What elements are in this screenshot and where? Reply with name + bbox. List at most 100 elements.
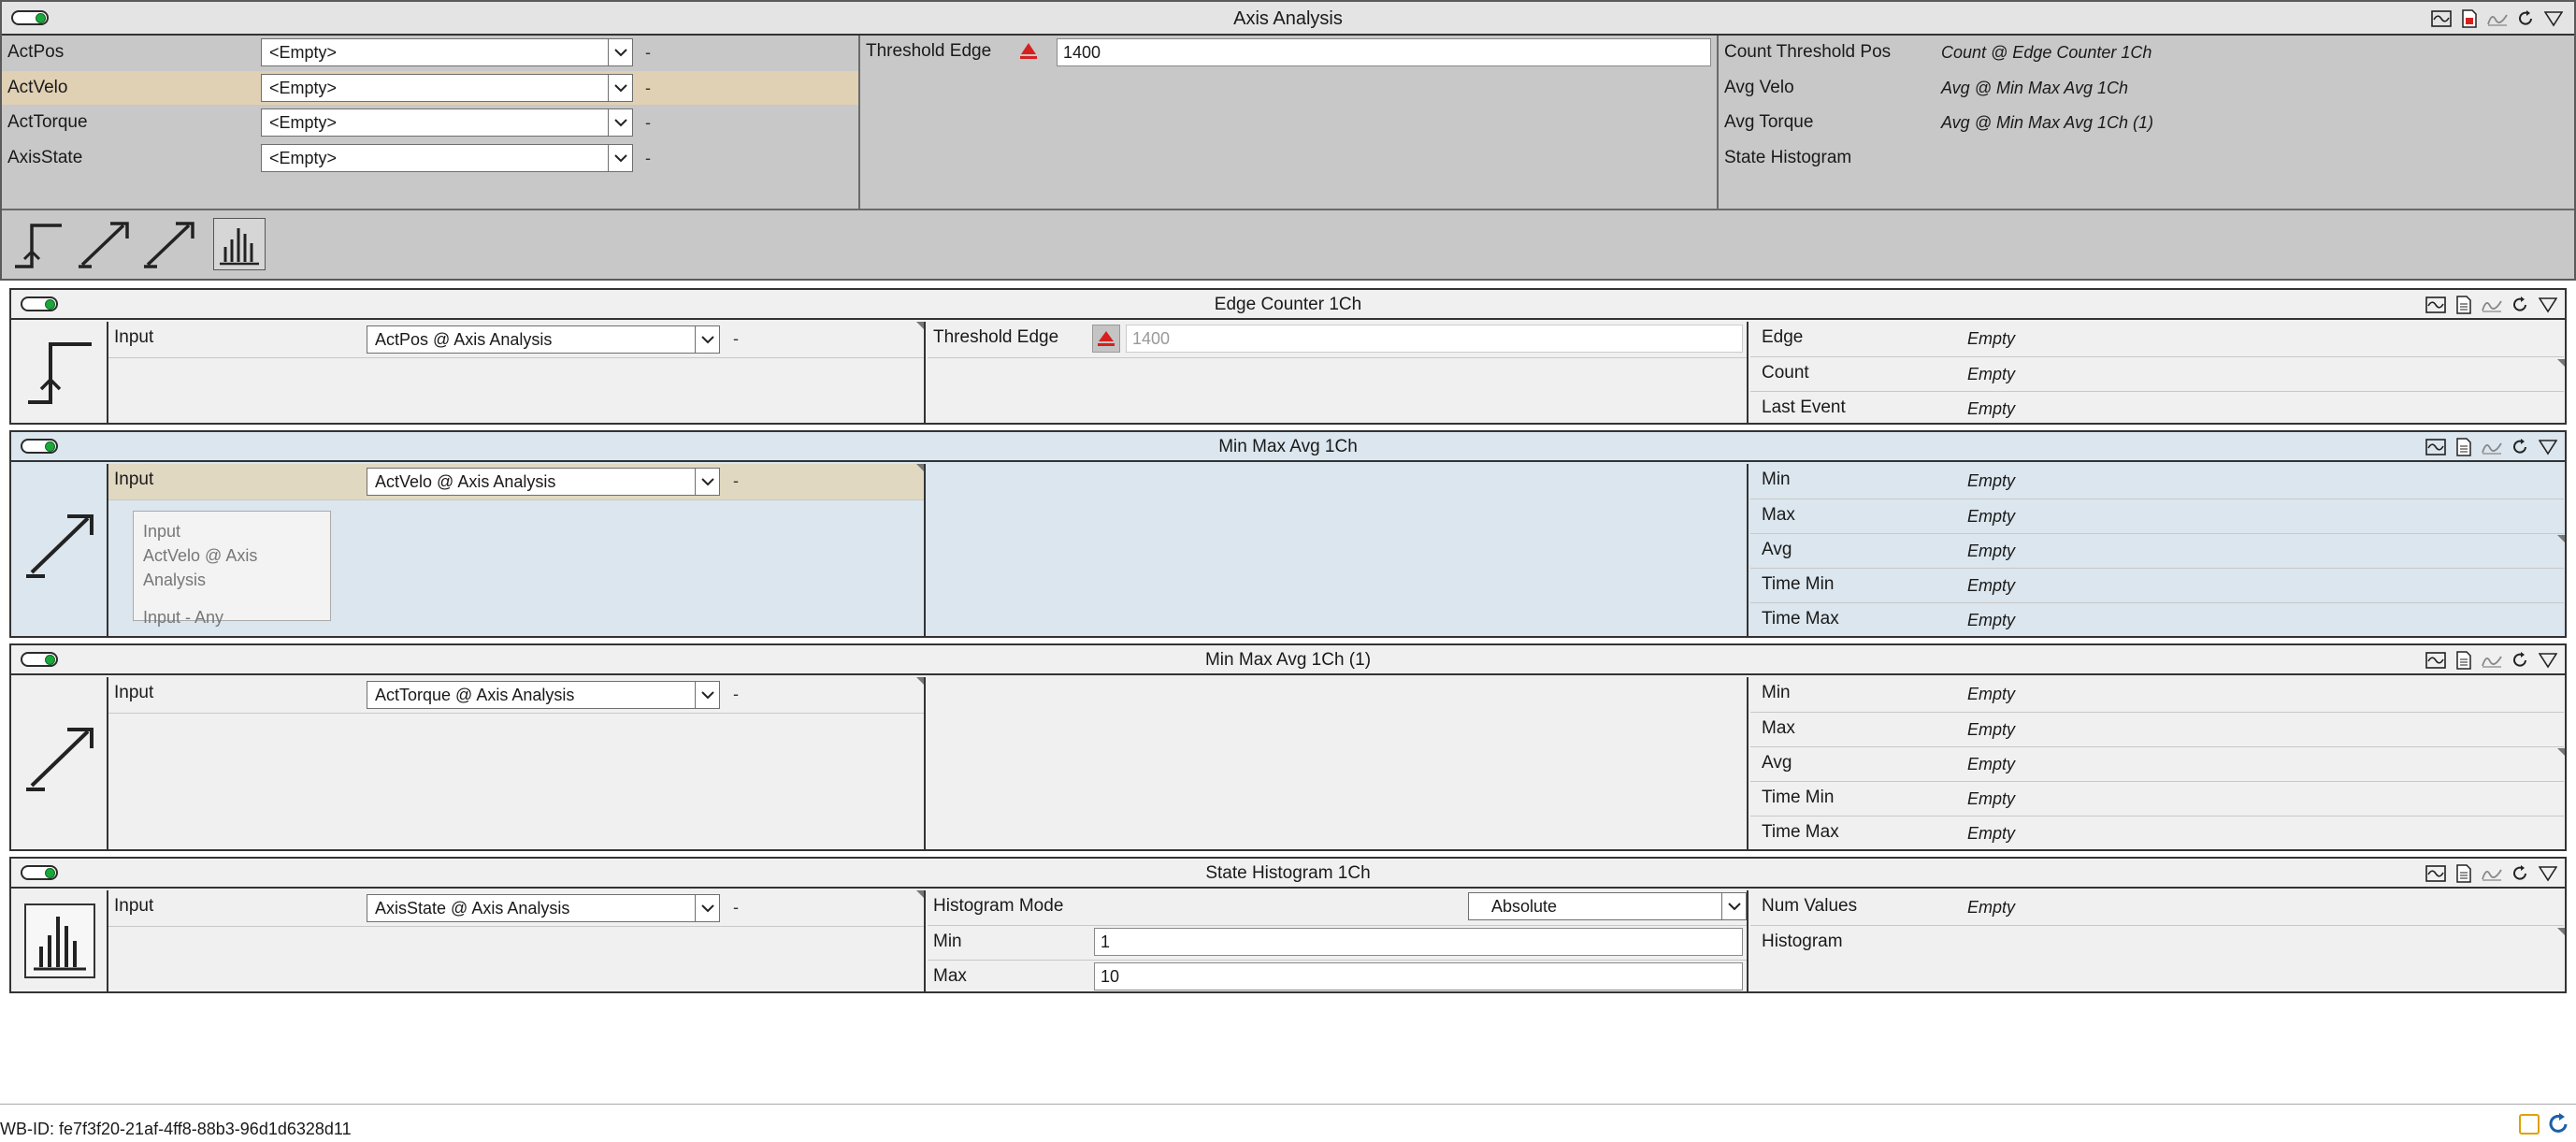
output-value: Empty (1967, 507, 2016, 526)
refresh-icon[interactable] (2547, 1112, 2571, 1142)
output-value: Empty (1967, 824, 2016, 843)
block-icon-area (11, 464, 108, 638)
input-label: Input (114, 327, 154, 347)
refresh-icon[interactable] (2509, 863, 2531, 884)
filter-icon[interactable] (2537, 295, 2559, 315)
block-params (928, 677, 1749, 851)
output-label: Min (1762, 470, 1791, 489)
graph-icon[interactable] (2430, 8, 2453, 29)
histogram-mode-select[interactable]: Absolute (1468, 892, 1747, 920)
chevron-down-icon (695, 895, 719, 921)
input-tooltip: Input ActVelo @ Axis Analysis Input - An… (133, 511, 331, 627)
enable-toggle[interactable] (11, 10, 49, 25)
param-label: Min (933, 932, 962, 951)
threshold-row: Threshold Edge 1400 (860, 36, 1717, 71)
chevron-down-icon (1721, 893, 1746, 919)
block-icon-area (11, 322, 108, 425)
output-value: Empty (1967, 611, 2016, 629)
block-params: Histogram Mode Absolute Min 1 Max 10 (928, 890, 1749, 993)
input-label: ActPos (7, 42, 65, 62)
input-select-acttorque[interactable]: <Empty> (261, 108, 633, 137)
output-value: Empty (1967, 898, 2016, 917)
refresh-icon[interactable] (2509, 295, 2531, 315)
axis-analysis-panel: Axis Analysis ActPos <Empty> - ActVelo <… (0, 0, 2576, 281)
min-max-icon[interactable] (142, 218, 196, 278)
signal-icon[interactable] (2481, 437, 2503, 457)
block-title: State Histogram 1Ch (1205, 863, 1371, 883)
signal-icon[interactable] (2481, 863, 2503, 884)
input-label: Input (114, 683, 154, 702)
block-min-max-avg: Min Max Avg 1Ch Input ActVelo @ Axis Ana… (9, 430, 2567, 638)
input-select[interactable]: ActTorque @ Axis Analysis (367, 681, 720, 709)
filter-icon[interactable] (2537, 437, 2559, 457)
input-select[interactable]: ActVelo @ Axis Analysis (367, 468, 720, 496)
chevron-down-icon (608, 109, 632, 136)
graph-icon[interactable] (2425, 295, 2447, 315)
signal-icon[interactable] (2481, 650, 2503, 671)
block-min-max-avg-1: Min Max Avg 1Ch (1) Input ActTorque @ Ax… (9, 643, 2567, 851)
notification-icon[interactable] (2519, 1114, 2540, 1135)
output-label: Max (1762, 505, 1795, 525)
min-input[interactable]: 1 (1094, 928, 1743, 956)
threshold-input[interactable]: 1400 (1057, 38, 1711, 66)
input-select-actvelo[interactable]: <Empty> (261, 74, 633, 102)
block-title: Min Max Avg 1Ch (1) (1204, 650, 1372, 670)
signal-icon[interactable] (2481, 295, 2503, 315)
threshold-label: Threshold Edge (866, 41, 992, 61)
output-label: Avg Torque (1724, 112, 1814, 132)
tooltip-source: ActVelo @ Axis Analysis (143, 546, 258, 589)
chevron-down-icon (695, 682, 719, 708)
param-label: Threshold Edge (933, 327, 1059, 347)
output-label: Time Min (1762, 788, 1835, 807)
threshold-input[interactable]: 1400 (1126, 325, 1743, 353)
output-value: Empty (1967, 755, 2016, 773)
output-label: Time Max (1762, 822, 1839, 842)
output-label: Edge (1762, 327, 1804, 347)
output-value: Avg @ Min Max Avg 1Ch (1941, 79, 2129, 97)
output-value: Empty (1967, 685, 2016, 703)
input-select-actpos[interactable]: <Empty> (261, 38, 633, 66)
doc-icon[interactable] (2453, 295, 2475, 315)
max-input[interactable]: 10 (1094, 962, 1743, 990)
doc-red-icon[interactable] (2458, 8, 2481, 29)
threshold-edge-icon[interactable] (1017, 41, 1040, 67)
output-value: Empty (1967, 789, 2016, 808)
histogram-icon[interactable] (213, 218, 266, 270)
refresh-icon[interactable] (2509, 437, 2531, 457)
refresh-icon[interactable] (2514, 8, 2537, 29)
output-label: Num Values (1762, 896, 1858, 916)
input-select[interactable]: ActPos @ Axis Analysis (367, 325, 720, 354)
refresh-icon[interactable] (2509, 650, 2531, 671)
signal-icon[interactable] (2486, 8, 2509, 29)
doc-icon[interactable] (2453, 650, 2475, 671)
param-label: Histogram Mode (933, 896, 1064, 916)
graph-icon[interactable] (2425, 437, 2447, 457)
filter-icon[interactable] (2537, 863, 2559, 884)
graph-icon[interactable] (2425, 863, 2447, 884)
block-outputs: Num Values Empty Histogram (1750, 890, 2565, 993)
block-outputs: Min Empty Max Empty Avg Empty Time Min E… (1750, 464, 2565, 638)
input-label: Input (114, 896, 154, 916)
input-dash: - (733, 685, 739, 703)
input-select-axisstate[interactable]: <Empty> (261, 144, 633, 172)
block-header: Edge Counter 1Ch (11, 290, 2565, 320)
input-label: ActTorque (7, 112, 88, 132)
min-max-icon[interactable] (77, 218, 131, 278)
block-edge-counter: Edge Counter 1Ch Input ActPos @ Axis Ana… (9, 288, 2567, 425)
doc-icon[interactable] (2453, 863, 2475, 884)
input-row-acttorque: ActTorque <Empty> - (2, 106, 858, 140)
filter-icon[interactable] (2537, 650, 2559, 671)
output-value: Empty (1967, 329, 2016, 348)
panel-header: Axis Analysis (2, 2, 2574, 36)
doc-icon[interactable] (2453, 437, 2475, 457)
min-max-icon (22, 509, 97, 589)
block-inputs: Input ActVelo @ Axis Analysis - Input Ac… (108, 464, 926, 638)
filter-icon[interactable] (2542, 8, 2565, 29)
panel-title: Axis Analysis (1233, 8, 1343, 29)
edge-counter-icon[interactable] (11, 218, 65, 278)
input-select[interactable]: AxisState @ Axis Analysis (367, 894, 720, 922)
block-header: Min Max Avg 1Ch (1) (11, 645, 2565, 675)
output-label: Min (1762, 683, 1791, 702)
graph-icon[interactable] (2425, 650, 2447, 671)
threshold-edge-icon[interactable] (1092, 325, 1120, 353)
